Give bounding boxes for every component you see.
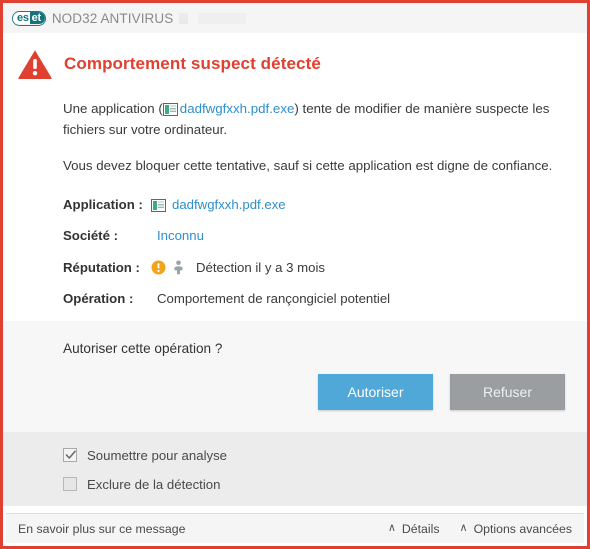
description-pre: Une application ( bbox=[63, 101, 163, 116]
company-link[interactable]: Inconnu bbox=[157, 226, 204, 246]
reputation-icons bbox=[151, 260, 184, 275]
application-window-icon bbox=[151, 198, 166, 212]
checkbox-exclude-from-detection[interactable] bbox=[63, 477, 77, 492]
detail-value-reputation: Détection il y a 3 mois bbox=[151, 258, 325, 278]
titlebar: es et NOD32 ANTIVIRUS bbox=[3, 3, 587, 33]
eset-logo-et: et bbox=[29, 12, 45, 24]
decision-band: Autoriser cette opération ? Autoriser Re… bbox=[3, 320, 587, 432]
eset-alert-window: es et NOD32 ANTIVIRUS Comportement suspec… bbox=[0, 0, 590, 549]
footer-bar: En savoir plus sur ce message ∧ Détails … bbox=[6, 513, 584, 543]
user-popularity-icon bbox=[174, 260, 183, 275]
decision-question: Autoriser cette opération ? bbox=[63, 340, 223, 356]
detail-label-reputation: Réputation : bbox=[63, 259, 140, 275]
checkmark-icon bbox=[65, 450, 76, 459]
detail-value-company: Inconnu bbox=[151, 226, 204, 246]
details-toggle-label: Détails bbox=[401, 521, 440, 536]
alert-body: Comportement suspect détecté Une applica… bbox=[3, 33, 587, 310]
application-path-link[interactable]: dadfwgfxxh.pdf.exe bbox=[172, 195, 286, 215]
detail-row-company: Société : Inconnu bbox=[63, 226, 565, 246]
footer-actions: ∧ Détails ∧ Options avancées bbox=[388, 522, 572, 536]
advanced-options-label: Options avancées bbox=[473, 521, 572, 536]
details-toggle[interactable]: ∧ Détails bbox=[388, 522, 440, 536]
product-name: NOD32 ANTIVIRUS bbox=[51, 10, 174, 26]
description-paragraph-1: Une application ( dadfwgfxxh.pdf.exe) te… bbox=[63, 99, 565, 140]
page-title: Comportement suspect détecté bbox=[64, 54, 321, 73]
application-window-icon bbox=[162, 103, 178, 116]
detail-label-company: Société : bbox=[63, 228, 118, 244]
warning-triangle-icon bbox=[18, 50, 52, 79]
allow-button[interactable]: Autoriser bbox=[318, 373, 433, 410]
detail-row-reputation: Réputation : Détection il y a 3 mois bbox=[63, 258, 565, 278]
application-link-inline[interactable]: dadfwgfxxh.pdf.exe bbox=[180, 101, 295, 116]
detail-row-application: Application : dadfwgfxxh.pdf.exe bbox=[63, 195, 565, 215]
option-label-submit-for-analysis: Soumettre pour analyse bbox=[87, 447, 228, 463]
checkbox-submit-for-analysis[interactable] bbox=[63, 448, 77, 463]
redacted-edition-chip bbox=[198, 12, 247, 24]
option-label-exclude-from-detection: Exclure de la détection bbox=[87, 476, 221, 492]
option-exclude-from-detection[interactable]: Exclure de la détection bbox=[63, 477, 565, 492]
options-band: Soumettre pour analyse Exclure de la dét… bbox=[3, 431, 587, 506]
deny-button[interactable]: Refuser bbox=[450, 373, 565, 410]
detail-value-application: dadfwgfxxh.pdf.exe bbox=[151, 195, 286, 215]
redacted-glyph-icon bbox=[179, 12, 189, 24]
chevron-up-icon: ∧ bbox=[459, 522, 468, 534]
detail-value-operation: Comportement de rançongiciel potentiel bbox=[157, 291, 391, 307]
alert-content: Une application ( dadfwgfxxh.pdf.exe) te… bbox=[3, 81, 587, 310]
more-info-link[interactable]: En savoir plus sur ce message bbox=[18, 522, 185, 536]
reputation-text: Détection il y a 3 mois bbox=[196, 259, 325, 275]
chevron-up-icon: ∧ bbox=[387, 522, 396, 534]
decision-buttons: Autoriser Refuser bbox=[63, 373, 565, 410]
details-table: Application : dadfwgfxxh.pdf.exe Société… bbox=[63, 195, 565, 310]
description-paragraph-2: Vous devez bloquer cette tentative, sauf… bbox=[63, 158, 553, 174]
alert-header: Comportement suspect détecté bbox=[3, 33, 587, 81]
detail-label-application: Application : bbox=[63, 196, 143, 212]
detail-label-operation: Opération : bbox=[63, 291, 134, 307]
detail-row-operation: Opération : Comportement de rançongiciel… bbox=[63, 289, 565, 309]
advanced-options-toggle[interactable]: ∧ Options avancées bbox=[460, 522, 573, 536]
warning-circle-icon bbox=[151, 260, 166, 275]
eset-logo-es: es bbox=[13, 12, 30, 24]
eset-logo-icon: es et bbox=[12, 10, 46, 26]
option-submit-for-analysis[interactable]: Soumettre pour analyse bbox=[63, 448, 565, 463]
